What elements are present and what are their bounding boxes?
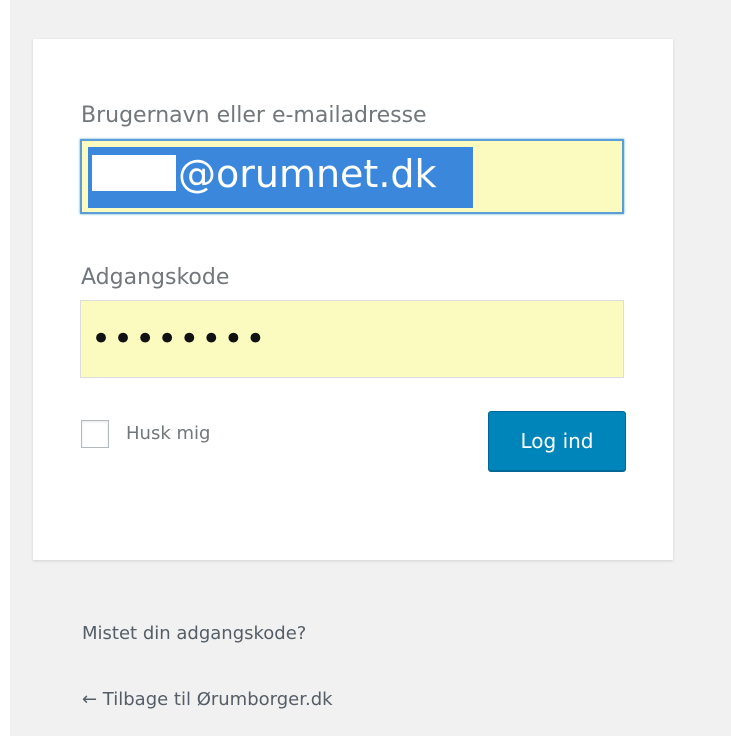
username-label: Brugernavn eller e-mailadresse <box>81 103 427 128</box>
redaction-box <box>92 155 176 191</box>
password-value: •••••••• <box>91 319 268 359</box>
username-value: @orumnet.dk <box>178 152 437 196</box>
password-label: Adgangskode <box>81 265 230 290</box>
remember-me-label[interactable]: Husk mig <box>126 423 210 445</box>
back-to-blog-link[interactable]: ← Tilbage til Ørumborger.dk <box>82 689 333 711</box>
remember-me-checkbox[interactable] <box>81 420 109 448</box>
lost-password-link[interactable]: Mistet din adgangskode? <box>82 623 306 645</box>
login-form: Brugernavn eller e-mailadresse @orumnet.… <box>33 39 673 560</box>
username-field[interactable]: @orumnet.dk <box>80 139 624 214</box>
login-button[interactable]: Log ind <box>488 411 626 471</box>
password-field[interactable]: •••••••• <box>80 300 624 378</box>
